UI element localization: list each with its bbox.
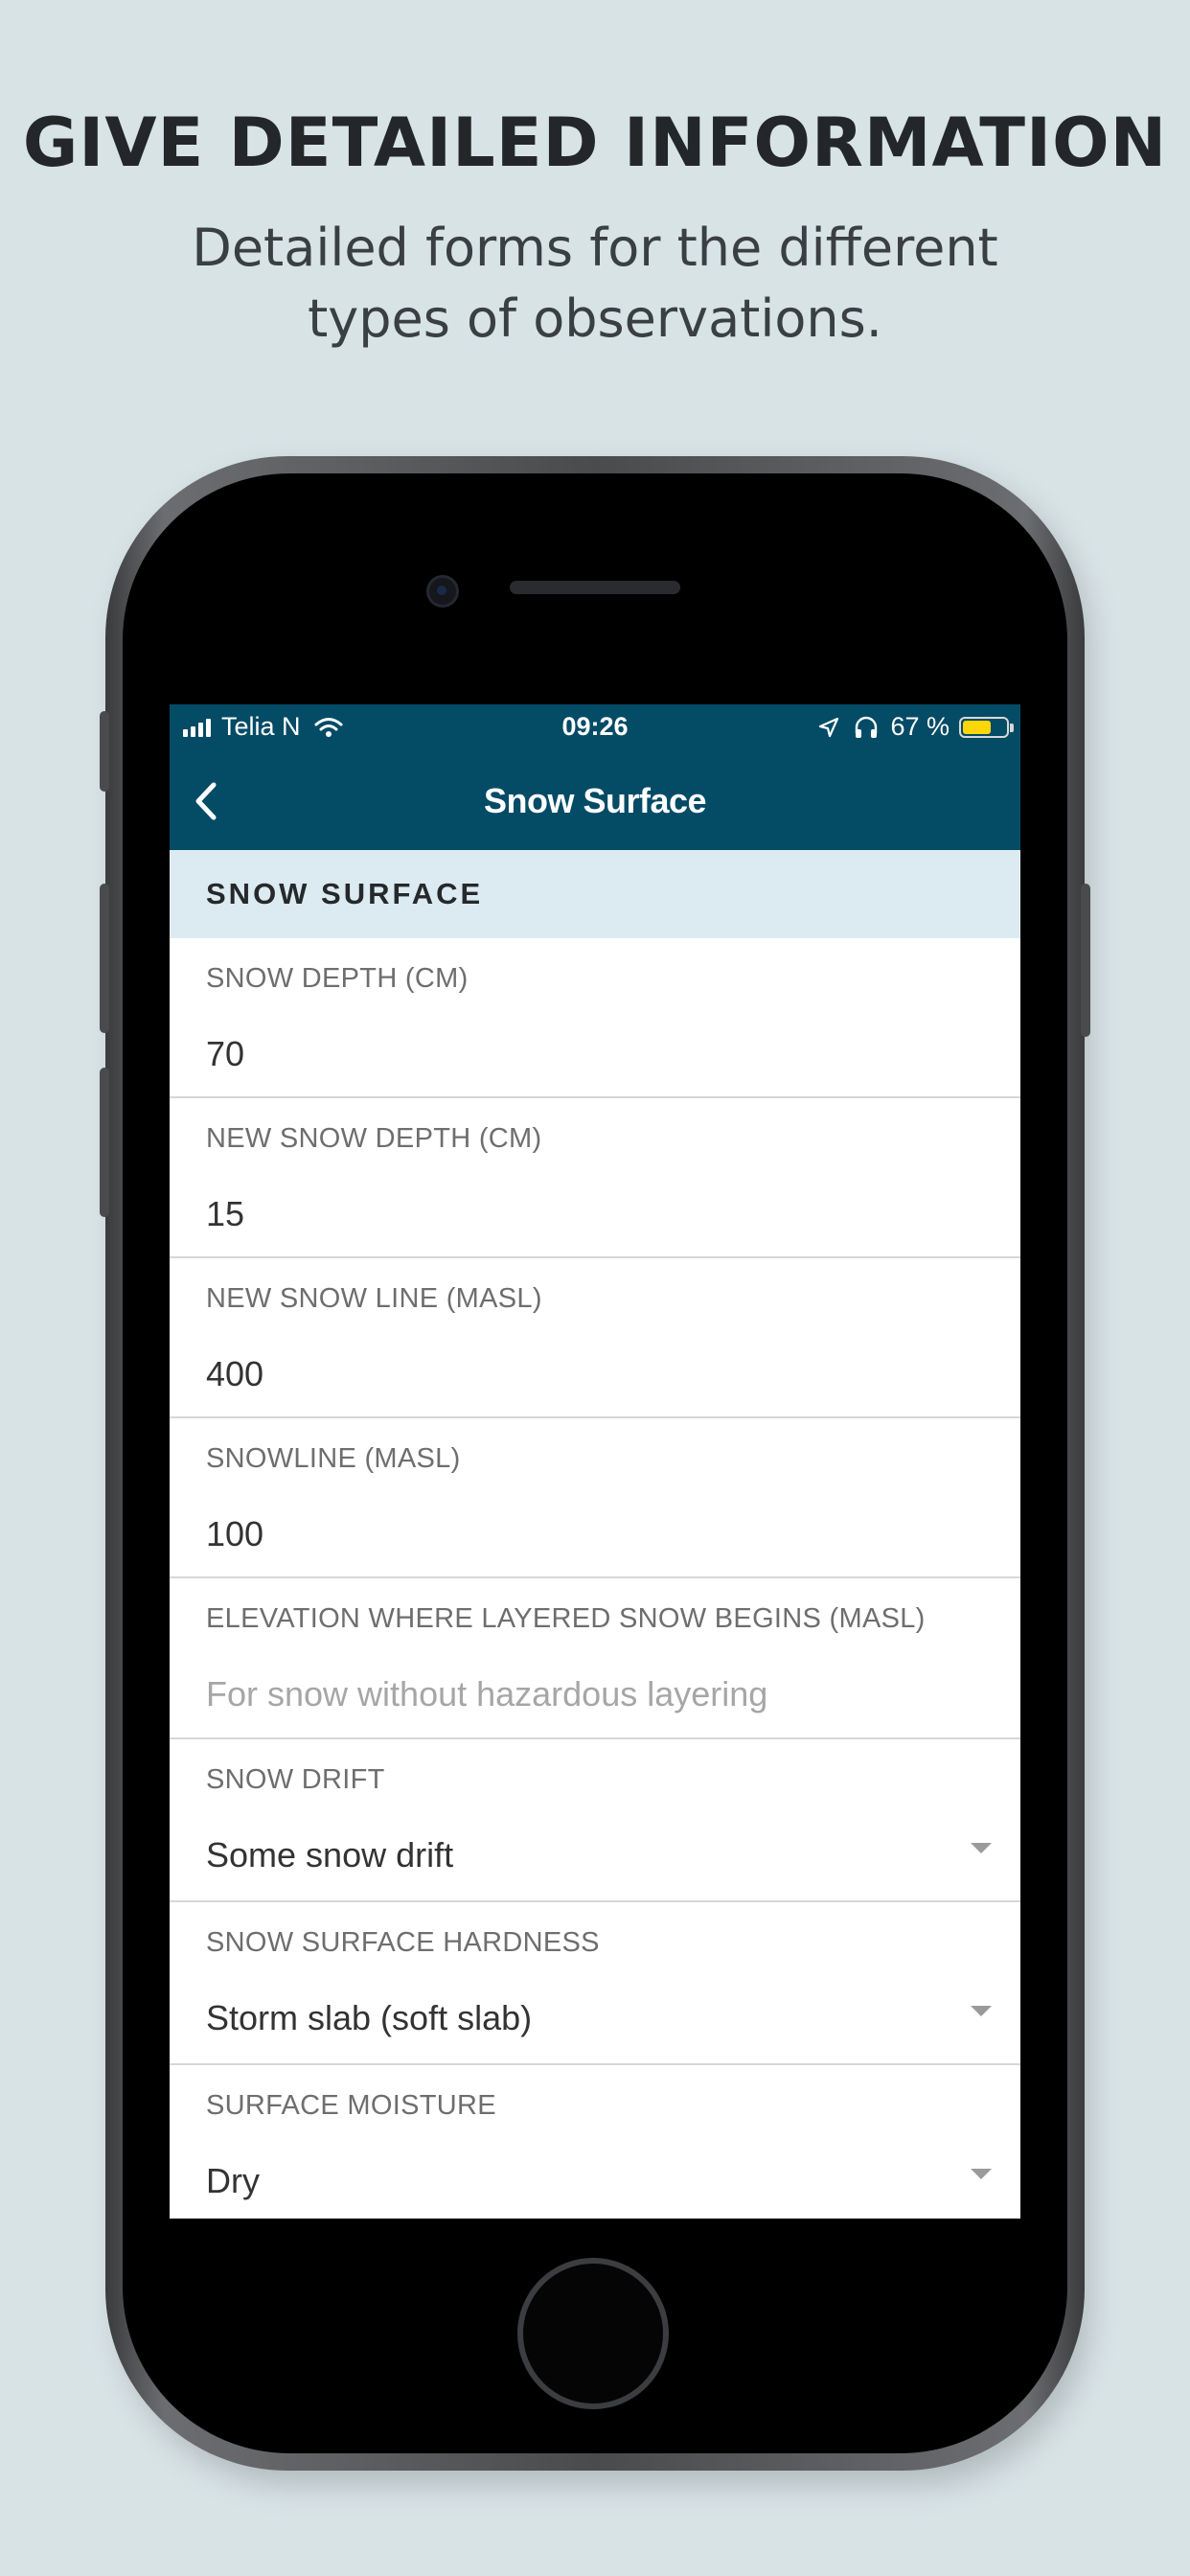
snow-depth-field[interactable]: SNOW DEPTH (CM) 70 <box>170 938 1020 1098</box>
volume-up-button <box>100 884 109 1033</box>
field-label: NEW SNOW LINE (MASL) <box>206 1283 542 1314</box>
home-button[interactable] <box>517 2258 669 2409</box>
surface-moisture-value: Dry <box>206 2161 260 2200</box>
headphones-icon <box>856 716 878 738</box>
new-snow-line-field[interactable]: NEW SNOW LINE (MASL) 400 <box>170 1258 1020 1418</box>
field-label: SNOW DEPTH (CM) <box>206 963 469 994</box>
surface-moisture-select[interactable]: SURFACE MOISTURE Dry <box>170 2065 1020 2219</box>
dropdown-arrow-icon <box>971 2169 992 2179</box>
promo-headline: GIVE DETAILED INFORMATION <box>22 104 1168 182</box>
new-snow-depth-field[interactable]: NEW SNOW DEPTH (CM) 15 <box>170 1098 1020 1258</box>
snow-drift-select[interactable]: SNOW DRIFT Some snow drift <box>170 1739 1020 1902</box>
snowline-field[interactable]: SNOWLINE (MASL) 100 <box>170 1418 1020 1578</box>
battery-icon <box>959 716 1014 738</box>
snowline-input[interactable]: 100 <box>206 1514 263 1554</box>
power-button <box>1081 884 1090 1037</box>
layered-snow-elevation-field[interactable]: ELEVATION WHERE LAYERED SNOW BEGINS (MAS… <box>170 1578 1020 1739</box>
snow-surface-hardness-value: Storm slab (soft slab) <box>206 1998 533 2037</box>
snow-drift-value: Some snow drift <box>206 1835 454 1874</box>
field-label: SNOW SURFACE HARDNESS <box>206 1927 600 1958</box>
status-right: 67 % <box>817 712 1014 742</box>
snow-surface-hardness-select[interactable]: SNOW SURFACE HARDNESS Storm slab (soft s… <box>170 1902 1020 2065</box>
layered-snow-elevation-input[interactable]: For snow without hazardous layering <box>206 1674 767 1714</box>
dropdown-arrow-icon <box>971 2006 992 2016</box>
new-snow-depth-input[interactable]: 15 <box>206 1194 244 1234</box>
new-snow-line-input[interactable]: 400 <box>206 1354 263 1394</box>
status-bar: Telia N 09:26 67 % <box>170 704 1020 752</box>
battery-fill <box>963 720 991 734</box>
field-label: SURFACE MOISTURE <box>206 2090 496 2121</box>
snow-depth-input[interactable]: 70 <box>206 1034 244 1074</box>
silent-switch <box>100 711 109 792</box>
field-label: NEW SNOW DEPTH (CM) <box>206 1123 542 1154</box>
nav-bar: Snow Surface <box>170 752 1020 850</box>
section-header: SNOW SURFACE <box>170 850 1020 938</box>
dropdown-arrow-icon <box>971 1843 992 1853</box>
volume-down-button <box>100 1068 109 1217</box>
field-label: SNOW DRIFT <box>206 1764 385 1795</box>
phone-screen: Telia N 09:26 67 % Snow Surface SNOW SUR… <box>170 704 1020 2219</box>
field-label: SNOWLINE (MASL) <box>206 1443 461 1474</box>
promo-subline: Detailed forms for the different types o… <box>192 218 998 349</box>
front-camera <box>426 575 459 608</box>
section-title: SNOW SURFACE <box>206 877 484 910</box>
page-title: Snow Surface <box>483 781 707 820</box>
battery-percent: 67 % <box>890 712 950 741</box>
location-icon <box>819 717 839 737</box>
earpiece-speaker <box>510 581 680 594</box>
field-label: ELEVATION WHERE LAYERED SNOW BEGINS (MAS… <box>206 1603 926 1634</box>
